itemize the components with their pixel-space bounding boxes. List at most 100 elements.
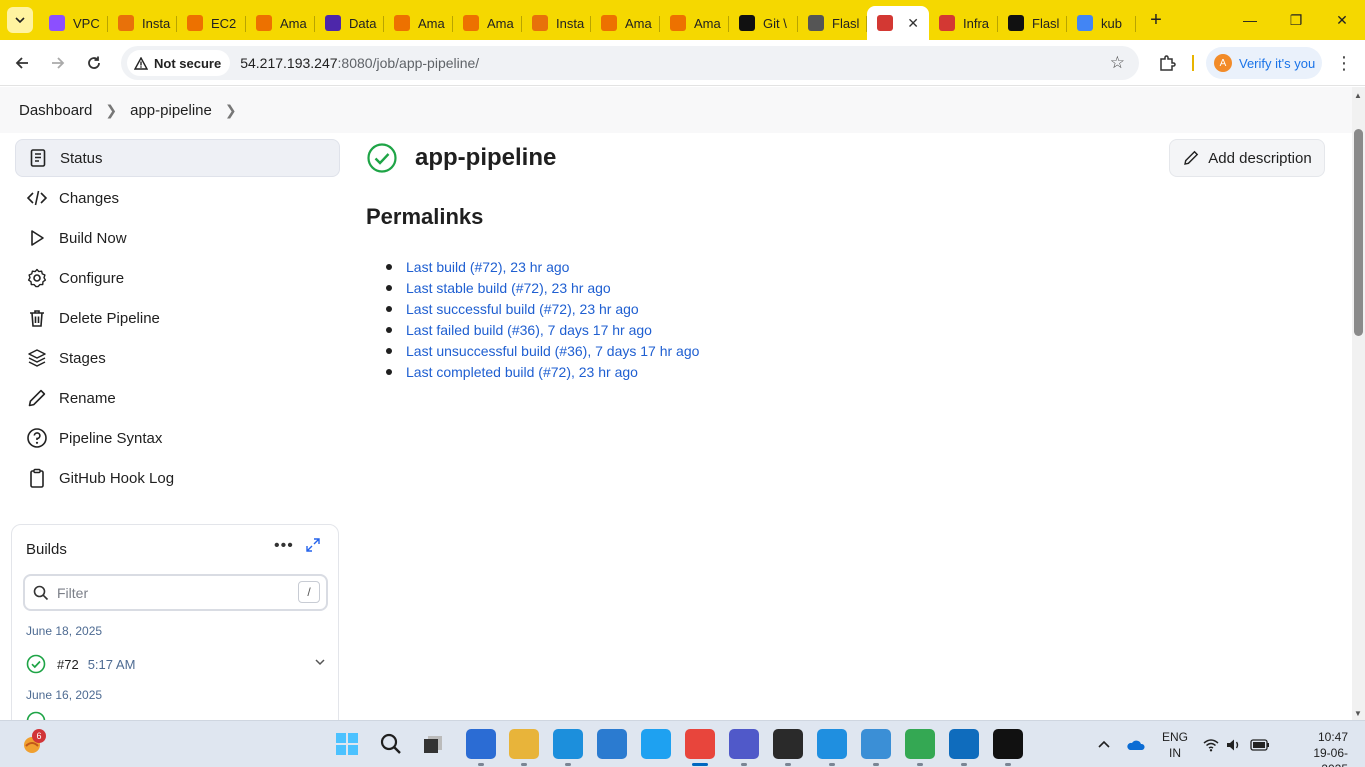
teams-icon[interactable] [729, 729, 759, 759]
browser-tab[interactable]: Insta [108, 6, 177, 40]
expand-icon[interactable] [306, 538, 320, 555]
permalink-link[interactable]: Last build (#72), 23 hr ago [406, 259, 569, 275]
breadcrumb-dashboard[interactable]: Dashboard [19, 102, 92, 119]
system-clock[interactable]: 10:47 19-06-2025 [1300, 729, 1348, 767]
sidebar-item-status[interactable]: Status [15, 139, 340, 177]
m365-icon[interactable] [466, 729, 496, 759]
copilot-icon[interactable] [641, 729, 671, 759]
tab-search-button[interactable] [7, 7, 33, 33]
sidebar-item-build-now[interactable]: Build Now [15, 219, 340, 257]
arrow-left-icon [15, 57, 28, 69]
builds-title: Builds [26, 541, 67, 558]
scroll-up-icon[interactable]: ▲ [1354, 91, 1362, 100]
close-window-button[interactable]: ✕ [1319, 0, 1365, 40]
browser-tab[interactable]: Flasl [998, 6, 1067, 40]
aws-vpn-icon[interactable] [993, 729, 1023, 759]
more-options-icon[interactable]: ••• [274, 537, 294, 555]
permalink-link[interactable]: Last failed build (#36), 7 days 17 hr ag… [406, 322, 652, 338]
permalink-link[interactable]: Last successful build (#72), 23 hr ago [406, 301, 639, 317]
browser-tab-label: Insta [142, 15, 171, 31]
file-explorer-icon[interactable] [509, 729, 539, 759]
tray-overflow-icon[interactable] [1097, 721, 1111, 767]
sidebar-item-rename[interactable]: Rename [15, 379, 340, 417]
browser-tab[interactable]: EC2 [177, 6, 246, 40]
bookmark-star-icon[interactable]: ☆ [1110, 53, 1125, 73]
builds-filter-field[interactable]: / [23, 574, 328, 611]
extensions-puzzle-icon[interactable] [1155, 49, 1179, 77]
volume-icon[interactable] [1226, 721, 1242, 767]
browser-tab[interactable]: Git \ [729, 6, 798, 40]
builds-panel: Builds ••• / June 18, 2025 #72 5:17 AM J… [11, 524, 339, 720]
build-row[interactable]: #72 5:17 AM [26, 652, 326, 676]
edge-icon[interactable] [553, 729, 583, 759]
scrollbar-thumb[interactable] [1354, 129, 1363, 336]
search-icon[interactable] [376, 729, 406, 759]
notepad-icon [27, 147, 49, 169]
browser-tab[interactable]: Ama [660, 6, 729, 40]
browser-tab[interactable]: Infra [929, 6, 998, 40]
bullet [386, 284, 392, 291]
wifi-icon[interactable] [1203, 721, 1219, 767]
task-view-icon[interactable] [418, 729, 448, 759]
minimize-button[interactable]: — [1227, 0, 1273, 40]
language-indicator[interactable]: ENG IN [1162, 729, 1188, 761]
clipboard-icon [26, 467, 48, 489]
sidebar-item-pipeline-syntax[interactable]: Pipeline Syntax [15, 419, 340, 457]
sidebar-item-configure[interactable]: Configure [15, 259, 340, 297]
vscode-icon[interactable] [817, 729, 847, 759]
url-text[interactable]: 54.217.193.247:8080/job/app-pipeline/ [240, 55, 479, 71]
chrome-profile-icon[interactable] [905, 729, 935, 759]
permalink-item: Last stable build (#72), 23 hr ago [386, 277, 699, 298]
breadcrumb-app-pipeline[interactable]: app-pipeline [130, 102, 212, 119]
add-description-button[interactable]: Add description [1169, 139, 1325, 177]
browser-tab[interactable]: Data [315, 6, 384, 40]
scroll-down-icon[interactable]: ▼ [1354, 709, 1362, 718]
onedrive-icon[interactable] [1126, 721, 1146, 767]
running-indicator [961, 763, 967, 766]
running-indicator [785, 763, 791, 766]
builds-filter-input[interactable] [57, 584, 277, 601]
address-bar[interactable]: Not secure 54.217.193.247:8080/job/app-p… [121, 46, 1139, 80]
browser-tab[interactable]: kub [1067, 6, 1136, 40]
play-icon [26, 227, 48, 249]
browser-tab[interactable]: Flasl [798, 6, 867, 40]
sidebar-item-stages[interactable]: Stages [15, 339, 340, 377]
start-icon[interactable] [332, 729, 362, 759]
browser-tab[interactable]: Ama [453, 6, 522, 40]
chevron-down-icon[interactable] [314, 656, 326, 671]
store-icon[interactable] [597, 729, 627, 759]
reload-button[interactable] [80, 49, 108, 77]
outlook-icon[interactable] [949, 729, 979, 759]
pencil-icon [26, 387, 48, 409]
browser-tab[interactable]: Insta [522, 6, 591, 40]
forward-button[interactable] [44, 49, 72, 77]
back-button[interactable] [8, 49, 36, 77]
build-number[interactable]: #72 [57, 657, 79, 672]
profile-verify-button[interactable]: A Verify it's you [1206, 47, 1322, 79]
permalink-link[interactable]: Last unsuccessful build (#36), 7 days 17… [406, 343, 699, 359]
restore-button[interactable]: ❐ [1273, 0, 1319, 40]
close-tab-icon[interactable]: ✕ [907, 15, 919, 32]
chrome-icon[interactable] [685, 729, 715, 759]
permalink-link[interactable]: Last completed build (#72), 23 hr ago [406, 364, 638, 380]
permalink-link[interactable]: Last stable build (#72), 23 hr ago [406, 280, 611, 296]
terminal-icon[interactable] [773, 729, 803, 759]
chevron-right-icon[interactable]: ❯ [225, 102, 237, 119]
new-tab-button[interactable]: + [1142, 6, 1170, 34]
browser-tab[interactable]: Ama [591, 6, 660, 40]
sidebar-item-github-hook-log[interactable]: GitHub Hook Log [15, 459, 340, 497]
running-indicator [829, 763, 835, 766]
sidebar-item-delete-pipeline[interactable]: Delete Pipeline [15, 299, 340, 337]
browser-tab[interactable]: ✕ [867, 6, 929, 40]
clock-date: 19-06-2025 [1313, 746, 1348, 767]
browser-tab[interactable]: Ama [384, 6, 453, 40]
browser-tab[interactable]: Ama [246, 6, 315, 40]
battery-icon[interactable] [1250, 721, 1270, 767]
sidebar-item-changes[interactable]: Changes [15, 179, 340, 217]
browser-menu-icon[interactable]: ⋮ [1334, 49, 1354, 77]
photos-icon[interactable] [861, 729, 891, 759]
site-security-chip[interactable]: Not secure [127, 50, 231, 76]
vertical-scrollbar[interactable]: ▲ ▼ [1352, 87, 1365, 720]
success-check-icon [26, 711, 46, 720]
browser-tab[interactable]: VPC [39, 6, 108, 40]
